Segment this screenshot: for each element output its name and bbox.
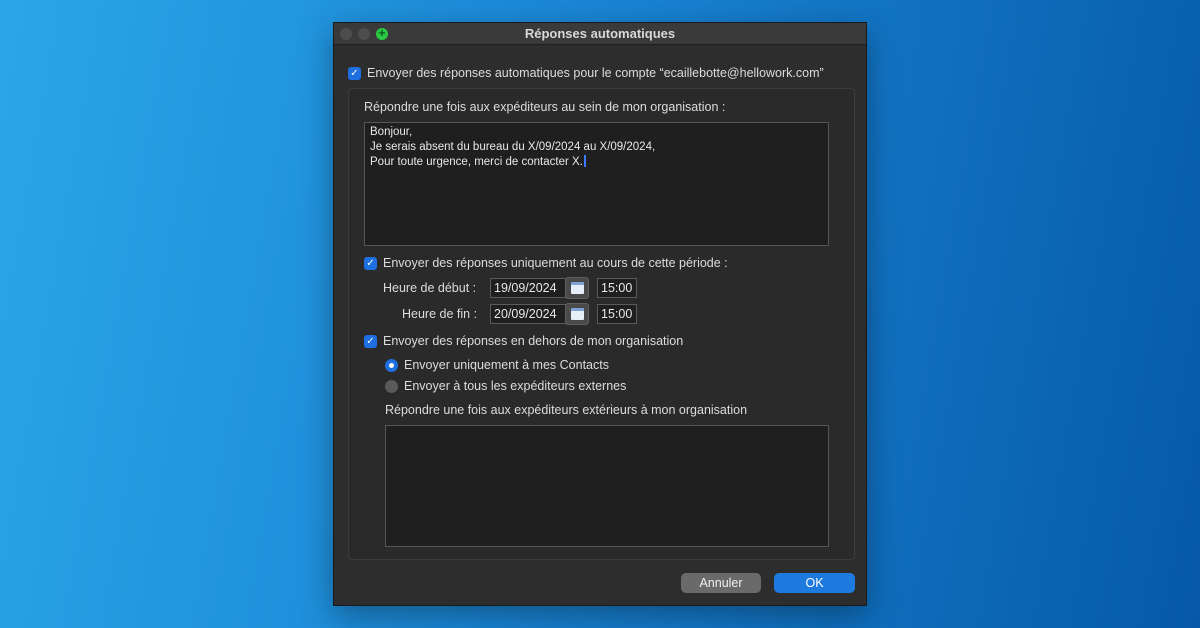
period-label: Envoyer des réponses uniquement au cours… — [383, 256, 728, 270]
title-bar: + Réponses automatiques — [334, 23, 866, 45]
end-time-field[interactable]: 15:00 — [597, 304, 637, 324]
start-date-calendar-button[interactable] — [565, 277, 589, 299]
external-reply-textarea[interactable] — [385, 425, 829, 547]
auto-reply-dialog: + Réponses automatiques ✓ Envoyer des ré… — [333, 22, 867, 606]
end-date-field[interactable]: 20/09/2024 — [490, 304, 566, 324]
start-time-field[interactable]: 15:00 — [597, 278, 637, 298]
enable-auto-reply-checkbox[interactable]: ✓ — [348, 67, 361, 80]
cancel-button[interactable]: Annuler — [681, 573, 761, 593]
start-time-label: Heure de début : — [383, 281, 477, 295]
checkmark-icon: ✓ — [366, 336, 375, 347]
internal-reply-label: Répondre une fois aux expéditeurs au sei… — [364, 100, 726, 114]
checkmark-icon: ✓ — [350, 68, 359, 79]
radio-all-external-label: Envoyer à tous les expéditeurs externes — [404, 379, 627, 393]
radio-all-external[interactable] — [385, 380, 398, 393]
checkmark-icon: ✓ — [366, 258, 375, 269]
external-checkbox[interactable]: ✓ — [364, 335, 377, 348]
end-time-label: Heure de fin : — [402, 307, 478, 321]
enable-auto-reply-label: Envoyer des réponses automatiques pour l… — [367, 66, 824, 80]
ok-button[interactable]: OK — [774, 573, 855, 593]
message-line: Bonjour, — [370, 126, 413, 138]
message-line: Je serais absent du bureau du X/09/2024 … — [370, 141, 656, 153]
calendar-icon — [571, 282, 584, 294]
radio-contacts-only-label: Envoyer uniquement à mes Contacts — [404, 358, 609, 372]
text-cursor — [583, 155, 586, 167]
internal-reply-textarea[interactable]: Bonjour, Je serais absent du bureau du X/… — [364, 122, 829, 246]
period-checkbox[interactable]: ✓ — [364, 257, 377, 270]
external-label: Envoyer des réponses en dehors de mon or… — [383, 334, 684, 348]
start-date-field[interactable]: 19/09/2024 — [490, 278, 566, 298]
window-title: Réponses automatiques — [524, 26, 676, 41]
message-line: Pour toute urgence, merci de contacter X… — [370, 155, 823, 170]
external-reply-label: Répondre une fois aux expéditeurs extéri… — [385, 403, 748, 417]
end-date-calendar-button[interactable] — [565, 303, 589, 325]
calendar-icon — [571, 308, 584, 320]
radio-contacts-only[interactable] — [385, 359, 398, 372]
